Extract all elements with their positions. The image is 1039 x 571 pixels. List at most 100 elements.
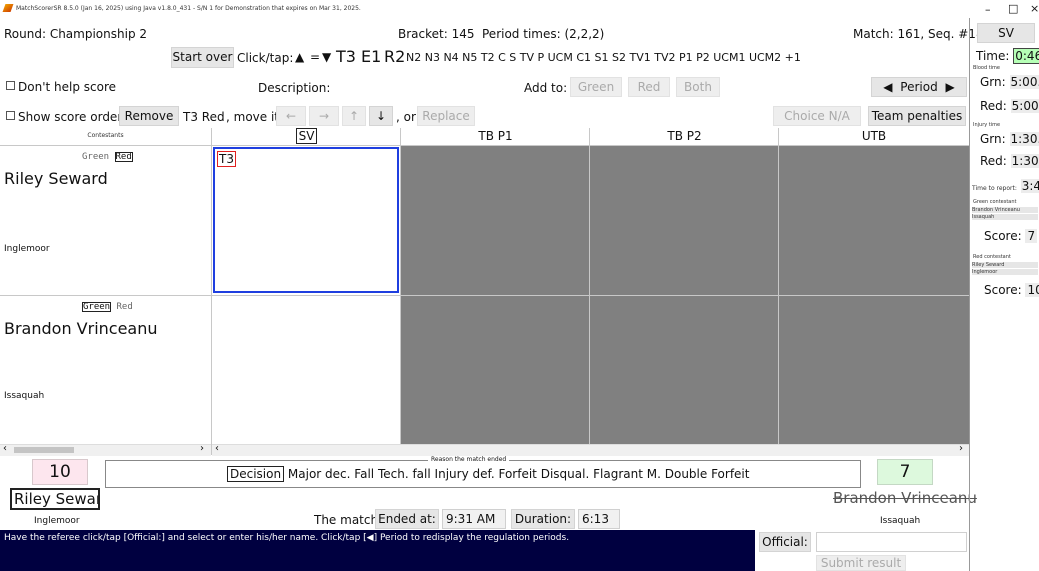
column-header-tb-p1[interactable]: TB P1: [401, 128, 590, 145]
left-team-label: Inglemoor: [34, 516, 80, 526]
period-times-label: Period times: (2,2,2): [482, 27, 605, 41]
reason-injury-def[interactable]: Injury def.: [435, 467, 495, 481]
bottom-contestant-name: Brandon Vrinceanu: [4, 319, 158, 338]
time-value[interactable]: 0:46.8: [1013, 48, 1039, 64]
add-green-button[interactable]: Green: [570, 77, 622, 97]
move-it-label: , move it:: [226, 110, 284, 124]
cell-top-sv[interactable]: T3: [213, 147, 399, 293]
code-list[interactable]: N2 N3 N4 N5 T2 C S TV P UCM C1 S1 S2 TV1…: [406, 51, 801, 64]
add-red-button[interactable]: Red: [628, 77, 670, 97]
period-indicator[interactable]: SV: [977, 23, 1035, 43]
column-header-sv[interactable]: SV: [212, 128, 401, 145]
reasons-list: Decision Major dec. Fall Tech. fall Inju…: [227, 466, 750, 482]
close-icon[interactable]: ×: [1030, 2, 1039, 15]
red-tag[interactable]: Red: [114, 152, 133, 162]
move-up-button[interactable]: ↑: [342, 106, 366, 126]
choice-na-button[interactable]: Choice N/A: [773, 106, 861, 126]
reason-flagrant-m[interactable]: Flagrant M.: [593, 467, 661, 481]
bottom-color-tags: Green Red: [82, 302, 133, 312]
reason-disqual[interactable]: Disqual.: [541, 467, 590, 481]
code-r2[interactable]: R2: [384, 47, 405, 66]
official-button[interactable]: Official:: [759, 532, 811, 552]
checkbox-icon: [6, 81, 15, 90]
cell-bottom-tb-p1[interactable]: [401, 296, 589, 444]
code-e1[interactable]: E1: [361, 47, 381, 66]
team-penalties-button[interactable]: Team penalties: [868, 106, 966, 126]
duration-button[interactable]: Duration:: [511, 509, 575, 529]
replace-button[interactable]: Replace: [417, 106, 475, 126]
divider: [0, 145, 211, 146]
move-right-button[interactable]: →: [309, 106, 339, 126]
reason-forfeit[interactable]: Forfeit: [498, 467, 536, 481]
scroll-right-icon[interactable]: ›: [200, 443, 204, 454]
cell-top-tb-p2[interactable]: [590, 146, 778, 295]
app-icon: [2, 4, 14, 12]
cell-bottom-utb[interactable]: [779, 296, 969, 444]
round-label: Round: Championship 2: [4, 27, 148, 41]
green-tag[interactable]: Green: [82, 302, 112, 312]
inj-grn-value[interactable]: 1:30.0: [1009, 132, 1039, 146]
inj-red-row: Red: 1:30.0: [980, 154, 1039, 168]
official-field[interactable]: [816, 532, 967, 552]
cell-bottom-sv[interactable]: [212, 296, 400, 444]
remove-button[interactable]: Remove: [119, 106, 179, 126]
inj-red-value[interactable]: 1:30.0: [1010, 154, 1039, 168]
divider: [0, 295, 211, 296]
period-button[interactable]: ◀ Period ▶: [871, 77, 967, 97]
period-next-icon[interactable]: ▶: [946, 80, 955, 94]
reason-decision[interactable]: Decision: [227, 466, 285, 482]
red-score-row: Score: 10: [984, 283, 1039, 297]
move-left-button[interactable]: ←: [276, 106, 306, 126]
dont-help-checkbox[interactable]: Don't help score: [6, 80, 116, 94]
score-mark-t3[interactable]: T3: [217, 151, 236, 167]
left-name-button[interactable]: Riley Seward: [10, 488, 100, 510]
ended-at-button[interactable]: Ended at:: [375, 509, 439, 529]
maximize-icon[interactable]: □: [1008, 2, 1018, 15]
red-tag[interactable]: Red: [117, 302, 133, 312]
description-label: Description:: [258, 81, 331, 95]
time-row: Time: 0:46.8: [976, 48, 1039, 64]
column-header-utb[interactable]: UTB: [779, 128, 969, 145]
scroll-left-icon[interactable]: ‹: [3, 443, 7, 454]
scroll-thumb[interactable]: [14, 447, 74, 453]
grid-scrollbar[interactable]: ‹ ›: [212, 443, 969, 456]
reason-fall[interactable]: Fall: [354, 467, 374, 481]
reason-tech-fall[interactable]: Tech. fall: [378, 467, 431, 481]
show-score-order-checkbox[interactable]: Show score order: [6, 110, 122, 124]
ended-at-field[interactable]: 9:31 AM: [442, 509, 506, 529]
inj-grn-row: Grn: 1:30.0: [980, 132, 1039, 146]
start-over-button[interactable]: Start over: [171, 47, 234, 68]
period-prev-icon[interactable]: ◀: [883, 80, 892, 94]
period-label: Period: [900, 80, 938, 94]
up-icon[interactable]: ▲: [295, 50, 304, 64]
right-name-button[interactable]: Brandon Vrinceanu: [833, 489, 977, 507]
cell-top-tb-p1[interactable]: [401, 146, 589, 295]
scroll-right-icon[interactable]: ›: [959, 443, 963, 454]
column-header-tb-p2[interactable]: TB P2: [590, 128, 779, 145]
bottom-contestant-team: Issaquah: [4, 391, 45, 401]
code-t3[interactable]: T3: [336, 47, 356, 66]
time-to-report-row: Time to report: 3:42: [972, 179, 1039, 193]
add-both-button[interactable]: Both: [676, 77, 720, 97]
blood-grn-value[interactable]: 5:00.0: [1009, 75, 1039, 89]
cell-bottom-tb-p2[interactable]: [590, 296, 778, 444]
down-icon[interactable]: ▼: [322, 50, 331, 64]
scroll-left-icon[interactable]: ‹: [215, 443, 219, 454]
selected-score-label: T3 Red: [183, 110, 225, 124]
cell-top-utb[interactable]: [779, 146, 969, 295]
top-contestant-name: Riley Seward: [4, 169, 108, 188]
minimize-icon[interactable]: –: [985, 3, 991, 16]
reason-major-dec[interactable]: Major dec.: [288, 467, 351, 481]
move-down-button[interactable]: ↓: [369, 106, 393, 126]
red-contestant-team: Inglemoor: [972, 269, 1038, 275]
the-match-label: The match: [314, 513, 379, 527]
contestants-panel: Contestants Green Red Riley Seward Ingle…: [0, 128, 212, 456]
left-scrollbar[interactable]: ‹ ›: [0, 443, 211, 456]
bracket-label: Bracket: 145: [398, 27, 475, 41]
duration-field[interactable]: 6:13: [578, 509, 620, 529]
reason-double-forfeit[interactable]: Double Forfeit: [665, 467, 750, 481]
submit-result-button[interactable]: Submit result: [816, 555, 906, 571]
equals-icon[interactable]: =: [310, 50, 320, 64]
green-tag[interactable]: Green: [82, 152, 109, 162]
blood-red-value[interactable]: 5:00.0: [1010, 99, 1039, 113]
